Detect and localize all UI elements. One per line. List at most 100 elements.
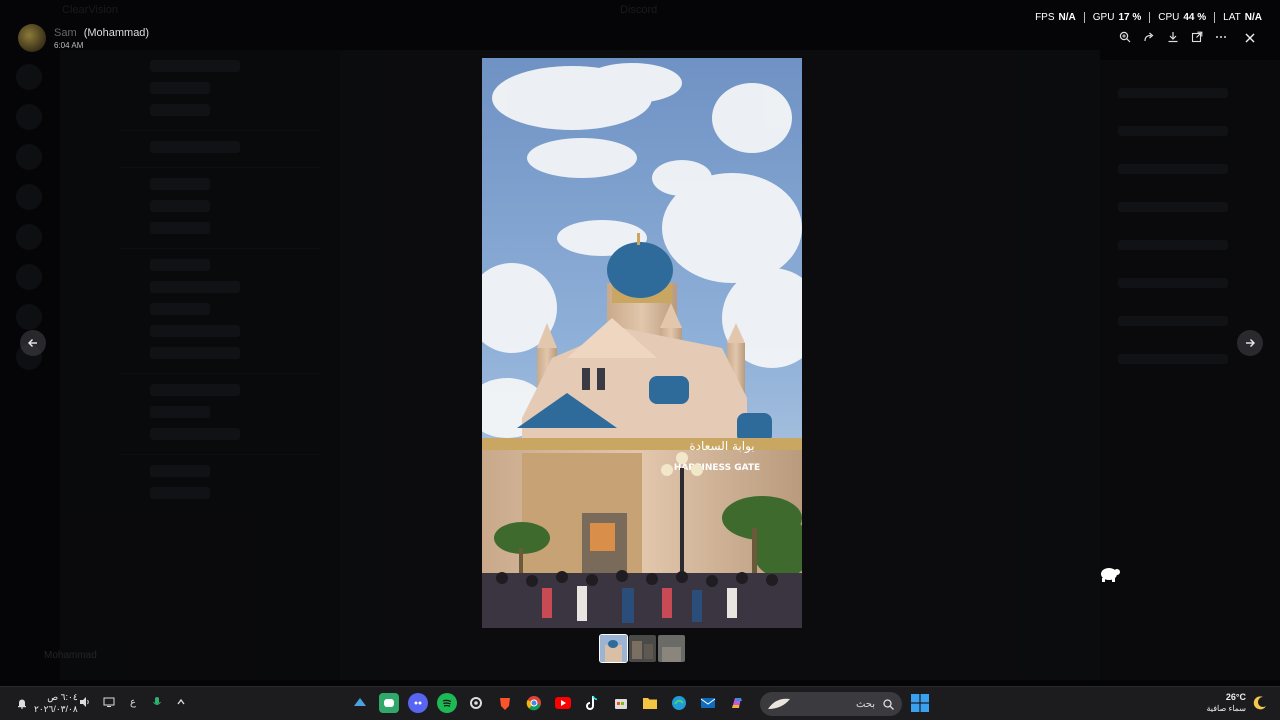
discord-icon <box>384 699 394 707</box>
fps-value: N/A <box>1058 12 1076 23</box>
close-viewer-button[interactable] <box>1240 28 1260 48</box>
file-explorer-app[interactable] <box>640 693 660 713</box>
network-button[interactable] <box>102 695 116 709</box>
brave-icon <box>500 698 510 710</box>
language-indicator[interactable]: ع <box>126 695 140 709</box>
avatar[interactable] <box>18 24 46 52</box>
chrome-icon <box>526 696 541 711</box>
arrow-right-icon <box>1246 339 1255 347</box>
uploader-name: (Mohammad) <box>83 26 150 39</box>
forward-button[interactable] <box>1140 28 1158 46</box>
background-window-title: Discord <box>620 4 658 16</box>
youtube-app[interactable] <box>553 693 573 713</box>
mail-icon <box>700 698 716 708</box>
taskbar-time: ٦:٠٤ ص <box>47 692 78 702</box>
folder-icon <box>643 698 657 709</box>
close-icon <box>1245 33 1255 43</box>
uploader-name-line: Sam (Mohammad) <box>54 27 149 39</box>
system-tray: ع <box>78 695 188 709</box>
taskbar-date: ٢٠٢٦/٠٣/٠٨ <box>34 704 78 714</box>
thumbnail-3[interactable] <box>658 635 685 662</box>
chrome-app[interactable] <box>524 693 544 713</box>
clock[interactable]: ٦:٠٤ ص ٢٠٢٦/٠٣/٠٨ <box>16 691 78 715</box>
thumbnail-1[interactable] <box>599 634 628 663</box>
weather-description: سماء صافية <box>1206 704 1246 713</box>
windows-logo-icon <box>911 694 929 712</box>
gpu-stat: GPU 17 % <box>1083 12 1149 23</box>
copilot-icon <box>732 698 742 708</box>
download-button[interactable] <box>1164 28 1182 46</box>
edge-icon <box>672 696 686 710</box>
background-user-name: Mohammad <box>44 650 97 661</box>
fps-stat: FPS N/A <box>1027 12 1084 23</box>
weather-temperature: 26°C <box>1225 692 1246 702</box>
turtle-icon[interactable] <box>1098 564 1120 582</box>
taskbar-search-box[interactable]: بحث <box>760 692 902 716</box>
microphone-button[interactable] <box>150 695 164 709</box>
more-button[interactable] <box>1212 28 1230 46</box>
youtube-icon <box>555 697 571 709</box>
arabic-sign-text: بوابة السعادة <box>689 439 754 454</box>
start-button[interactable] <box>911 694 929 712</box>
previous-image-button[interactable] <box>20 330 46 356</box>
open-external-button[interactable] <box>1188 28 1206 46</box>
uploader-handle: Sam <box>54 26 77 39</box>
image-viewer-toolbar <box>1116 28 1230 46</box>
edge-app[interactable] <box>669 693 689 713</box>
gate-sign-text: HAPPINESS GATE <box>674 463 760 473</box>
next-image-button[interactable] <box>1237 330 1263 356</box>
discord-app[interactable] <box>379 693 399 713</box>
outlook-app[interactable] <box>698 693 718 713</box>
brave-app[interactable] <box>495 693 515 713</box>
gpu-value: 17 % <box>1118 12 1142 23</box>
pinned-apps <box>350 693 747 713</box>
spotify-app[interactable] <box>437 693 457 713</box>
fps-label: FPS <box>1035 12 1055 23</box>
tiktok-icon <box>586 695 598 710</box>
forward-icon <box>1144 32 1154 42</box>
discord-alt-icon <box>414 701 422 705</box>
store-icon <box>615 699 627 709</box>
open-external-icon <box>1191 31 1203 43</box>
cpu-stat: CPU 44 % <box>1149 12 1214 23</box>
chevron-up-icon <box>177 698 185 705</box>
more-icon <box>1216 36 1226 38</box>
windows-taskbar: ٦:٠٤ ص ٢٠٢٦/٠٣/٠٨ ع بحث 26°C سماء صافية <box>0 686 1280 720</box>
moon-icon <box>1253 696 1266 710</box>
tiktok-app[interactable] <box>582 693 602 713</box>
spotify-icon <box>442 699 452 707</box>
search-highlight-icon <box>768 698 790 709</box>
tray-overflow-button[interactable] <box>174 695 188 709</box>
cpu-label: CPU <box>1158 12 1180 23</box>
thumbnail-2[interactable] <box>629 635 656 662</box>
arrow-left-icon <box>28 339 37 347</box>
discord-alt-app[interactable] <box>408 693 428 713</box>
settings-app[interactable] <box>466 693 486 713</box>
zoom-in-button[interactable] <box>1116 28 1134 46</box>
volume-button[interactable] <box>78 695 92 709</box>
store-app[interactable] <box>611 693 631 713</box>
channel-list <box>60 50 340 680</box>
microphone-icon <box>153 697 161 705</box>
notification-bell-icon <box>18 699 26 709</box>
member-list <box>1100 60 1280 680</box>
cpu-value: 44 % <box>1183 12 1207 23</box>
weather-widget[interactable]: 26°C سماء صافية <box>1206 692 1268 714</box>
happiness-gate-photo: بوابة السعادة HAPPINESS GATE <box>482 58 802 628</box>
background-app-title: ClearVision <box>62 4 119 16</box>
steam-icon <box>354 698 366 706</box>
copilot-app[interactable] <box>727 693 747 713</box>
thumbnail-strip <box>599 634 685 663</box>
upload-time: 6:04 AM <box>54 40 84 50</box>
lat-value: N/A <box>1244 12 1262 23</box>
viewed-image: بوابة السعادة HAPPINESS GATE <box>482 58 802 628</box>
gear-icon <box>470 697 482 709</box>
network-icon <box>103 697 115 707</box>
lat-label: LAT <box>1223 12 1241 23</box>
search-placeholder: بحث <box>855 698 875 710</box>
zoom-in-icon <box>1119 31 1131 43</box>
lat-stat: LAT N/A <box>1214 12 1270 23</box>
steam-app[interactable] <box>350 693 370 713</box>
search-icon <box>883 698 894 710</box>
uploader-info: Sam (Mohammad) 6:04 AM <box>18 24 149 52</box>
